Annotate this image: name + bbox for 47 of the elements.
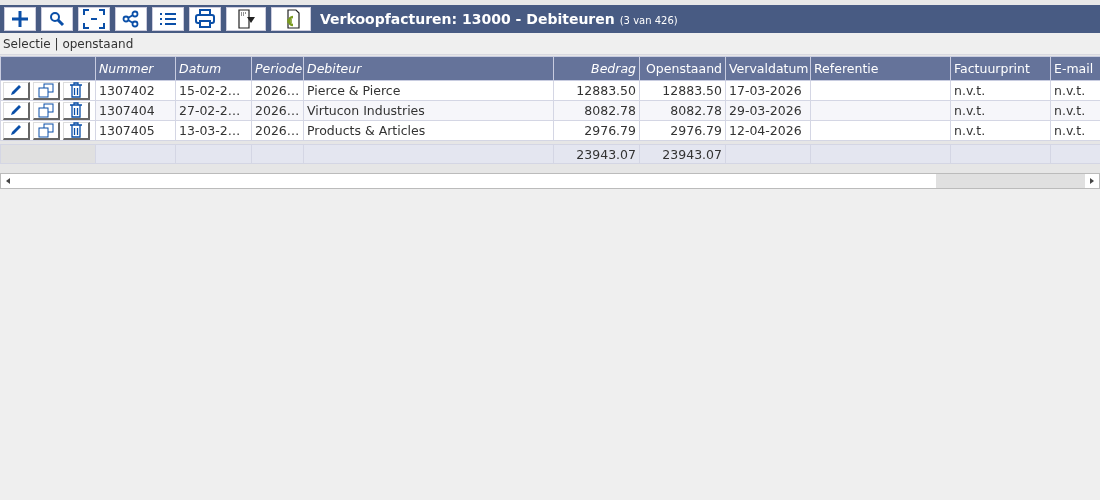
total-cell: 23943.07: [639, 144, 726, 164]
copy-button[interactable]: [33, 101, 60, 120]
copy-button[interactable]: [33, 81, 60, 100]
column-header[interactable]: Openstaand: [639, 56, 726, 81]
copy-button[interactable]: [33, 121, 60, 140]
trash-icon: [69, 82, 83, 98]
trash-icon: [69, 102, 83, 118]
column-header[interactable]: Nummer: [95, 56, 176, 81]
column-header[interactable]: Periode: [251, 56, 304, 81]
edit-button[interactable]: [3, 121, 30, 140]
selection-icon: [83, 9, 105, 29]
delete-button[interactable]: [63, 101, 90, 120]
pencil-icon: [9, 103, 23, 117]
toolbar-button[interactable]: [152, 7, 184, 31]
pencil-icon: [9, 83, 23, 97]
column-header[interactable]: Referentie: [810, 56, 951, 81]
scroll-left-icon: [4, 177, 12, 185]
toolbar-button[interactable]: [41, 7, 73, 31]
search-icon: [49, 11, 65, 27]
column-header[interactable]: Factuurprint: [950, 56, 1051, 81]
printer-icon: [194, 9, 216, 29]
share-icon: [122, 10, 140, 28]
edit-button[interactable]: [3, 101, 30, 120]
horizontal-scrollbar[interactable]: [0, 173, 1100, 189]
delete-button[interactable]: [63, 81, 90, 100]
delete-button[interactable]: [63, 121, 90, 140]
column-header[interactable]: Datum: [175, 56, 252, 81]
window-title: Verkoopfacturen: 13000 - Debiteuren: [320, 11, 615, 27]
scroll-right-icon: [1088, 177, 1096, 185]
record-count: (3 van 426): [619, 15, 678, 26]
toolbar-button[interactable]: [115, 7, 147, 31]
column-header[interactable]: Bedrag: [553, 56, 640, 81]
list-icon: [159, 11, 177, 27]
toolbar-button[interactable]: [4, 7, 36, 31]
toolbar-button[interactable]: [189, 7, 221, 31]
pencil-icon: [9, 123, 23, 137]
edit-button[interactable]: [3, 81, 30, 100]
toolbar-button[interactable]: [226, 7, 266, 31]
column-header[interactable]: Debiteur: [303, 56, 554, 81]
scrollbar-thumb[interactable]: [936, 174, 1085, 188]
column-header[interactable]: E-mail: [1050, 56, 1100, 81]
document-icon: [235, 9, 257, 29]
total-cell: 23943.07: [553, 144, 640, 164]
column-header[interactable]: Vervaldatum: [725, 56, 811, 81]
trash-icon: [69, 122, 83, 138]
plus-icon: [11, 10, 29, 28]
toolbar-button[interactable]: [78, 7, 110, 31]
